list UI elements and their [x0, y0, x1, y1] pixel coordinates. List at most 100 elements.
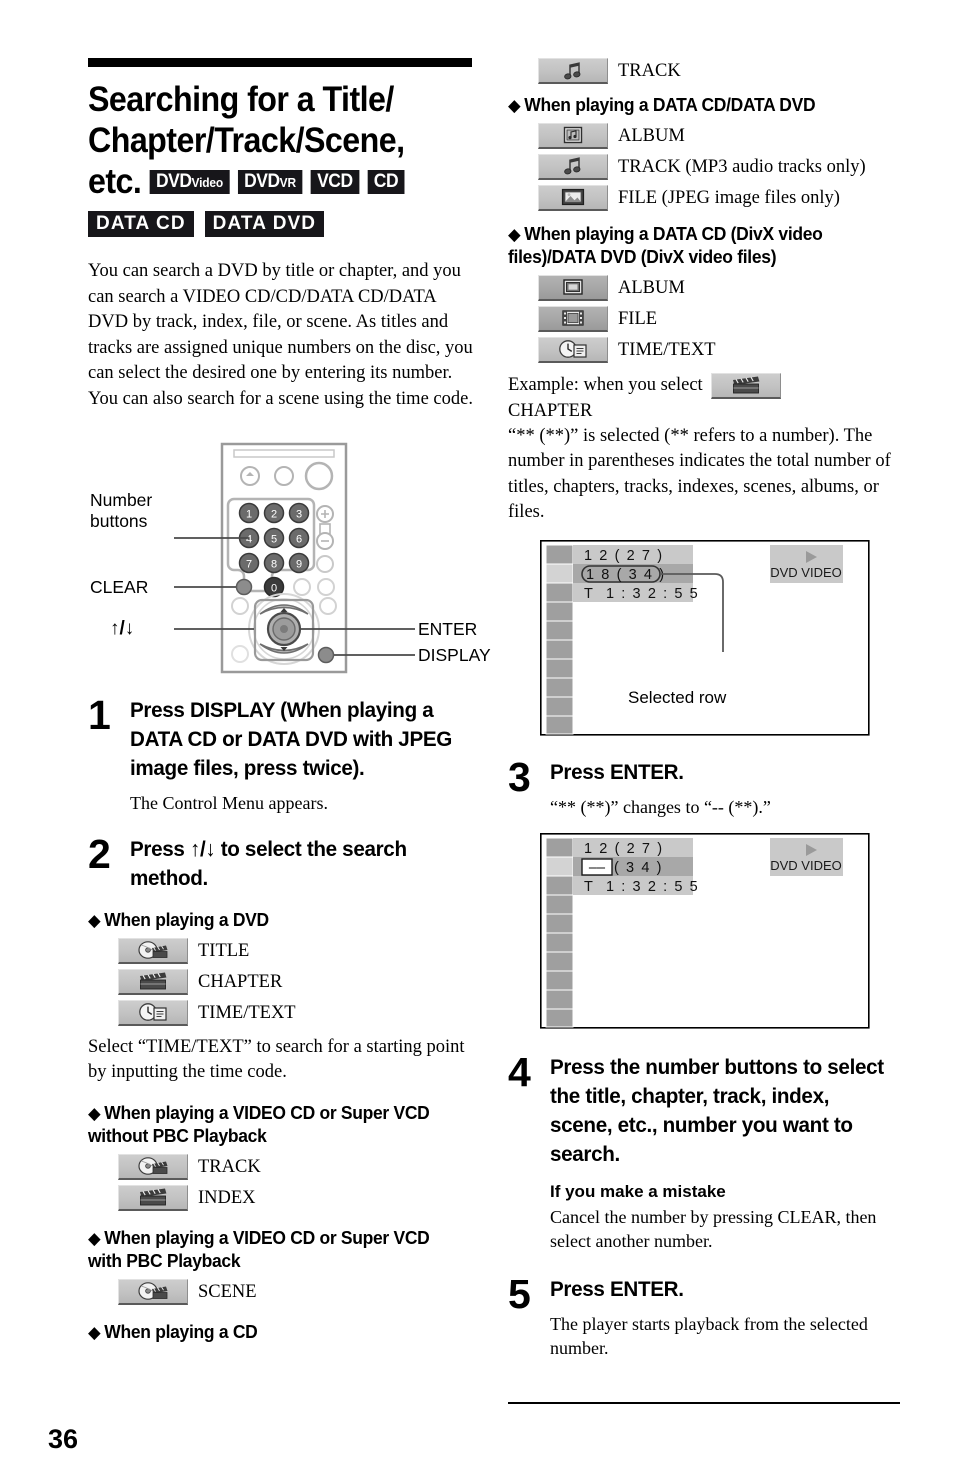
example-second-line: CHAPTER	[508, 400, 593, 421]
step-1-subtext: The Control Menu appears.	[130, 793, 328, 813]
time-text-icon	[538, 336, 608, 363]
chapter-icon	[710, 372, 781, 399]
album-icon	[538, 122, 608, 149]
svg-text:2: 2	[271, 509, 277, 521]
icon-row-chapter: CHAPTER	[118, 968, 480, 995]
remote-label-number-buttons: Number buttons	[90, 490, 153, 531]
chapter-icon	[118, 968, 188, 995]
icon-row-index: INDEX	[118, 1184, 480, 1211]
osd-illustration-second: DVD VIDEO 1 2 ( 2 7 ) –– ( 3 4 ) T 1 : 3…	[540, 832, 870, 1029]
diamond-bullet-icon: ◆	[508, 96, 521, 115]
icon-row-file-jpeg: FILE (JPEG image files only)	[538, 184, 900, 211]
badge-dvd-vr: DVD VR	[237, 169, 303, 194]
step-1-heading: Press DISPLAY (When playing a DATA CD or…	[130, 698, 453, 780]
badge-cd: CD	[367, 169, 405, 194]
svg-text:T: T	[584, 879, 594, 895]
step-3-number: 3	[508, 753, 531, 800]
page-title-line3: etc.	[88, 162, 142, 201]
icon-label-track-mp3: TRACK (MP3 audio tracks only)	[618, 156, 866, 177]
svg-text:1 8 ( 3 4 ): 1 8 ( 3 4 )	[586, 567, 666, 583]
icon-label-time-text: TIME/TEXT	[198, 1002, 296, 1023]
title-icon	[118, 937, 188, 964]
example-line: Example: when you select	[508, 372, 900, 399]
step-2-heading: Press ↑/↓ to select the search method.	[130, 837, 407, 890]
step-4-number: 4	[508, 1048, 531, 1095]
icon-label-index: INDEX	[198, 1187, 256, 1208]
icon-row-album-divx: ALBUM	[538, 274, 900, 301]
badge-row-data: DATA CD DATA DVD	[88, 211, 480, 237]
svg-text:T: T	[584, 586, 594, 602]
icon-label-file-divx: FILE	[618, 308, 658, 329]
remote-label-clear: CLEAR	[90, 577, 149, 597]
svg-text:––: ––	[589, 860, 606, 876]
section-heading-dvd: ◆ When playing a DVD	[88, 910, 269, 930]
section-heading-divx: ◆ When playing a DATA CD (DivX video file…	[508, 223, 823, 268]
page-number: 36	[48, 1424, 79, 1454]
example-explain: “** (**)” is selected (** refers to a nu…	[508, 425, 891, 523]
diamond-bullet-icon: ◆	[88, 1322, 101, 1342]
step-4-subtext: Cancel the number by pressing CLEAR, the…	[550, 1206, 877, 1251]
icon-label-track-vcd: TRACK	[198, 1156, 261, 1177]
page-title: Searching for a Title/ Chapter/Track/Sce…	[88, 79, 449, 202]
icon-row-time-text: TIME/TEXT	[118, 999, 480, 1026]
icon-label-album-divx: ALBUM	[618, 277, 685, 298]
example-lead: Example: when you select	[508, 375, 703, 395]
diamond-bullet-icon: ◆	[88, 911, 101, 930]
time-text-icon	[118, 999, 188, 1026]
index-icon	[118, 1184, 188, 1211]
icon-label-album: ALBUM	[618, 125, 685, 146]
right-column: TRACK ◆ When playing a DATA CD/DATA DVD A…	[508, 58, 900, 1360]
diamond-bullet-icon: ◆	[88, 1228, 101, 1248]
svg-text:DVD VIDEO: DVD VIDEO	[770, 858, 842, 873]
remote-control-figure: 1 2 3 4 5 6 7 8 9 0 Number buttons CLEAR…	[88, 436, 491, 676]
icon-row-album: ALBUM	[538, 122, 900, 149]
title-rule	[88, 58, 472, 67]
footer-rule	[508, 1402, 900, 1404]
svg-text:4: 4	[246, 534, 252, 546]
intro-paragraph: You can search a DVD by title or chapter…	[88, 261, 473, 409]
step-5: 5 Press ENTER. The player starts playbac…	[508, 1273, 900, 1360]
scene-icon	[118, 1278, 188, 1305]
osd-screen-first: DVD VIDEO 1 2 ( 2 7 ) 1 8 ( 3 4 ) T 1 : …	[540, 539, 900, 736]
step-4-subheading: If you make a mistake	[550, 1181, 726, 1201]
step-4: 4 Press the number buttons to select the…	[508, 1048, 900, 1253]
step-1-number: 1	[88, 692, 111, 738]
svg-text:1: 1	[246, 509, 252, 521]
music-note-icon	[538, 58, 608, 84]
svg-text:7: 7	[246, 559, 252, 571]
section-heading-data-cd-dvd: ◆ When playing a DATA CD/DATA DVD	[508, 95, 816, 115]
badge-vcd: VCD	[310, 169, 360, 194]
step-2-number: 2	[88, 831, 111, 877]
step-3: 3 Press ENTER. “** (**)” changes to “-- …	[508, 753, 900, 819]
diamond-bullet-icon: ◆	[88, 1103, 101, 1123]
icon-label-track-cd: TRACK	[618, 61, 681, 81]
svg-text:9: 9	[296, 559, 302, 571]
svg-text:1 2 ( 2 7 ): 1 2 ( 2 7 )	[584, 548, 664, 564]
svg-text:3: 3	[296, 509, 302, 521]
section-heading-vcd-without-pbc: ◆ When playing a VIDEO CD or Super VCD wi…	[88, 1102, 430, 1147]
section-heading-cd: ◆ When playing a CD	[88, 1321, 258, 1342]
svg-text:8: 8	[271, 559, 277, 571]
osd-caption-selected-row: Selected row	[628, 687, 727, 707]
music-note-icon	[538, 153, 608, 180]
icon-label-title: TITLE	[198, 940, 250, 961]
icon-row-title: TITLE	[118, 937, 480, 964]
film-file-icon	[538, 305, 608, 332]
section-heading-vcd-with-pbc: ◆ When playing a VIDEO CD or Super VCD wi…	[88, 1227, 430, 1272]
svg-text:( 3 4 ): ( 3 4 )	[614, 860, 663, 876]
svg-text:6: 6	[296, 534, 302, 546]
icon-row-file-divx: FILE	[538, 305, 900, 332]
osd-screen-second: DVD VIDEO 1 2 ( 2 7 ) –– ( 3 4 ) T 1 : 3…	[540, 832, 900, 1029]
step-2: 2 Press ↑/↓ to select the search method.	[88, 831, 480, 893]
icon-label-time-text-divx: TIME/TEXT	[618, 339, 716, 360]
icon-label-chapter: CHAPTER	[198, 971, 283, 992]
badge-dvd-video: DVD Video	[149, 169, 230, 194]
remote-label-updown: ↑/↓	[110, 618, 135, 639]
svg-text:1 : 3 2 : 5 5: 1 : 3 2 : 5 5	[606, 879, 699, 895]
left-column: Searching for a Title/ Chapter/Track/Sce…	[88, 58, 491, 1344]
step-5-subtext: The player starts playback from the sele…	[550, 1313, 868, 1358]
badge-data-dvd: DATA DVD	[204, 211, 325, 237]
icon-row-time-text-divx: TIME/TEXT	[538, 336, 900, 363]
step-4-heading: Press the number buttons to select the t…	[550, 1054, 884, 1166]
icon-row-track-mp3: TRACK (MP3 audio tracks only)	[538, 153, 900, 180]
